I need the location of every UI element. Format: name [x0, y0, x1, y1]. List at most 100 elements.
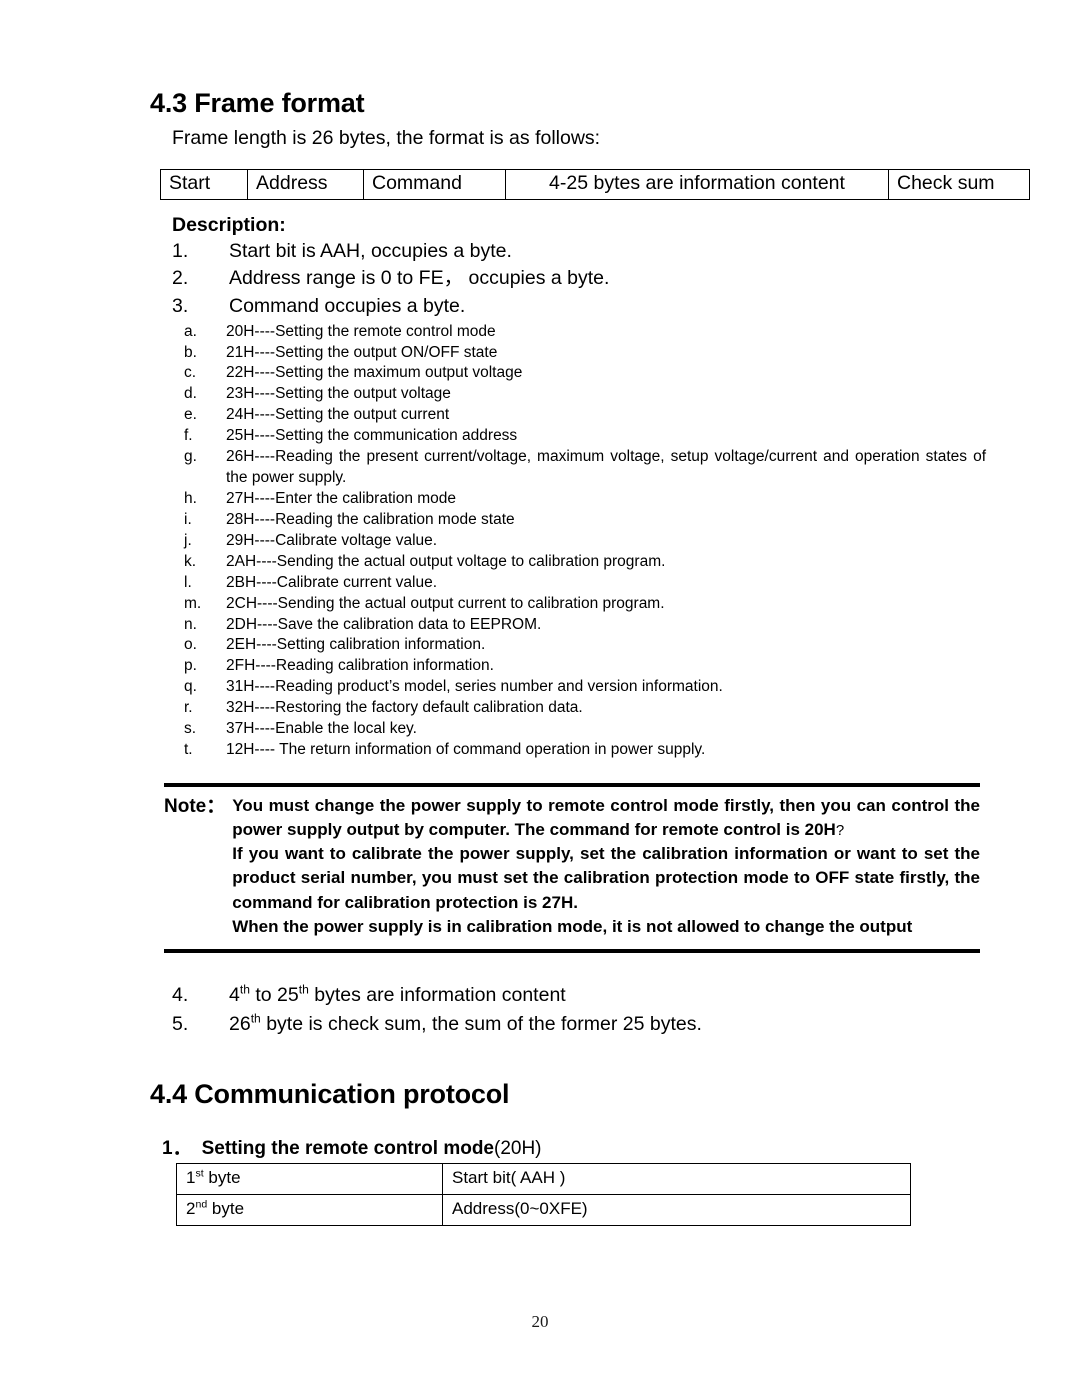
list-item-letter: g. — [184, 448, 197, 466]
list-item-text: 2CH----Sending the actual output current… — [226, 594, 665, 612]
note-paragraph-1-tail: ? — [835, 822, 845, 840]
page-number: 20 — [531, 1312, 549, 1331]
list-item-text: 24H----Setting the output current — [226, 406, 450, 424]
list-item-text: 2FH----Reading calibration information. — [226, 657, 494, 675]
list-item: 5. 26th byte is check sum, the sum of the… — [172, 1010, 990, 1039]
description-title: Description: — [172, 213, 286, 236]
list-item-text: 20H----Setting the remote control mode — [226, 322, 496, 340]
description-tail-list: 4. 4th to 25th bytes are information cont… — [150, 981, 990, 1040]
tail-sup-a: th — [239, 982, 250, 997]
byte-label-cell: 1st byte — [176, 1163, 443, 1196]
list-item-letter: j. — [184, 531, 192, 549]
note-paragraph-2: If you want to calibrate the power suppl… — [232, 844, 980, 912]
byte-label-suffix: nd — [195, 1198, 208, 1211]
list-item-letter: l. — [184, 573, 192, 591]
list-item-number: 1. — [172, 239, 189, 262]
list-item-number: 4. — [172, 983, 189, 1006]
note-paragraph-1: You must change the power supply to remo… — [232, 794, 980, 842]
protocol-item-title: Setting the remote control mode — [201, 1138, 494, 1160]
list-item: l. 2BH----Calibrate current value. — [182, 573, 990, 594]
note-paragraph-1-text: You must change the power supply to remo… — [232, 796, 980, 840]
protocol-item-heading: 1． Setting the remote control mode(20H) — [162, 1133, 990, 1160]
list-item-letter: s. — [184, 720, 197, 738]
list-item-letter: e. — [184, 406, 197, 424]
list-item-letter: r. — [184, 699, 193, 717]
list-item: e. 24H----Setting the output current — [182, 405, 990, 426]
list-item-text: 37H----Enable the local key. — [226, 720, 417, 738]
list-item-letter: f. — [184, 427, 193, 445]
list-item-text: 25H----Setting the communication address — [226, 427, 518, 445]
list-item-text: 21H----Setting the output ON/OFF state — [226, 343, 498, 361]
list-item: k. 2AH----Sending the actual output volta… — [182, 552, 990, 573]
note-body: You must change the power supply to remo… — [232, 794, 980, 939]
section-4-4: 4.4 Communication protocol 1． Setting the… — [150, 1079, 990, 1227]
note-block: Note： You must change the power supply t… — [164, 783, 980, 953]
frame-cell-address: Address — [247, 169, 364, 200]
list-item-letter: q. — [184, 678, 197, 696]
list-item-text: 2DH----Save the calibration data to EEPR… — [226, 615, 542, 633]
protocol-item-code: (20H) — [494, 1138, 542, 1160]
list-item: a. 20H----Setting the remote control mode — [182, 322, 990, 343]
list-item: d. 23H----Setting the output voltage — [182, 384, 990, 405]
list-item-letter: k. — [184, 552, 197, 570]
frame-cell-command: Command — [363, 169, 506, 200]
byte-label-suffix: st — [195, 1167, 204, 1180]
list-item-letter: m. — [184, 594, 202, 612]
list-item: f. 25H----Setting the communication addre… — [182, 426, 990, 447]
list-item: j. 29H----Calibrate voltage value. — [182, 531, 990, 552]
list-item: 4. 4th to 25th bytes are information cont… — [172, 981, 990, 1010]
description-numbered-list: 1. Start bit is AAH, occupies a byte. 2.… — [150, 238, 990, 321]
section-heading-4-4: 4.4 Communication protocol — [150, 1079, 510, 1110]
tail-part-a: 26 — [229, 1013, 251, 1035]
list-item-text: 26H----Reading the present current/volta… — [226, 448, 986, 487]
frame-format-table: Start Address Command 4-25 bytes are inf… — [160, 169, 1030, 200]
list-item: n. 2DH----Save the calibration data to EE… — [182, 615, 990, 636]
list-item-text: 32H----Restoring the factory default cal… — [226, 699, 583, 717]
tail-part-a: 4 — [229, 983, 240, 1006]
tail-sup-a: th — [250, 1011, 261, 1026]
list-item-text: Command occupies a byte. — [229, 294, 466, 317]
list-item-text: 2AH----Sending the actual output voltage… — [226, 552, 666, 570]
byte-value-cell: Address(0~0XFE) — [442, 1194, 911, 1227]
table-row: Start Address Command 4-25 bytes are inf… — [160, 169, 1030, 200]
list-item: m. 2CH----Sending the actual output curre… — [182, 594, 990, 615]
list-item: p. 2FH----Reading calibration information… — [182, 656, 990, 677]
byte-label-text: byte — [203, 1168, 241, 1188]
table-row: 2nd byte Address(0~0XFE) — [176, 1194, 911, 1227]
command-code-list: a. 20H----Setting the remote control mode… — [150, 322, 990, 761]
list-item-text: 23H----Setting the output voltage — [226, 385, 451, 403]
list-item: h. 27H----Enter the calibration mode — [182, 489, 990, 510]
list-item: o. 2EH----Setting calibration information… — [182, 635, 990, 656]
list-item-number: 3. — [172, 294, 189, 317]
list-item-text: 31H----Reading product’s model, series n… — [226, 678, 723, 696]
note-paragraph-3: When the power supply is in calibration … — [232, 916, 913, 936]
list-item-letter: a. — [184, 322, 197, 340]
list-item: 1. Start bit is AAH, occupies a byte. — [172, 238, 990, 266]
list-item-text: 2EH----Setting calibration information. — [226, 636, 486, 654]
list-item-letter: t. — [184, 741, 193, 759]
tail-part-b: to 25 — [249, 983, 299, 1006]
table-row: 1st byte Start bit( AAH ) — [176, 1163, 911, 1196]
list-item-text: 22H----Setting the maximum output voltag… — [226, 364, 523, 382]
list-item-text: Address range is 0 to FE， occupies a byt… — [229, 267, 610, 290]
list-item: s. 37H----Enable the local key. — [182, 719, 990, 740]
note-label: Note： — [164, 796, 226, 817]
list-item: i. 28H----Reading the calibration mode st… — [182, 510, 990, 531]
list-item: t. 12H---- The return information of comm… — [182, 740, 990, 761]
list-item: g. 26H----Reading the present current/vol… — [182, 447, 990, 489]
byte-label-cell: 2nd byte — [176, 1194, 443, 1227]
list-item-letter: n. — [184, 615, 197, 633]
document-page: 4.3 Frame format Frame length is 26 byte… — [0, 0, 1080, 1397]
list-item-letter: c. — [184, 364, 197, 382]
list-item: 2. Address range is 0 to FE， occupies a … — [172, 265, 990, 293]
list-item: 3. Command occupies a byte. — [172, 293, 990, 321]
frame-length-intro: Frame length is 26 bytes, the format is … — [172, 126, 601, 149]
list-item-letter: i. — [184, 510, 192, 528]
list-item-text: 12H---- The return information of comman… — [226, 741, 706, 759]
list-item-letter: p. — [184, 657, 197, 675]
frame-cell-information: 4-25 bytes are information content — [505, 169, 889, 200]
page-content: 4.3 Frame format Frame length is 26 byte… — [150, 88, 1030, 1227]
list-item-letter: h. — [184, 490, 197, 508]
list-item-number: 2. — [172, 267, 189, 290]
list-item-letter: b. — [184, 343, 197, 361]
